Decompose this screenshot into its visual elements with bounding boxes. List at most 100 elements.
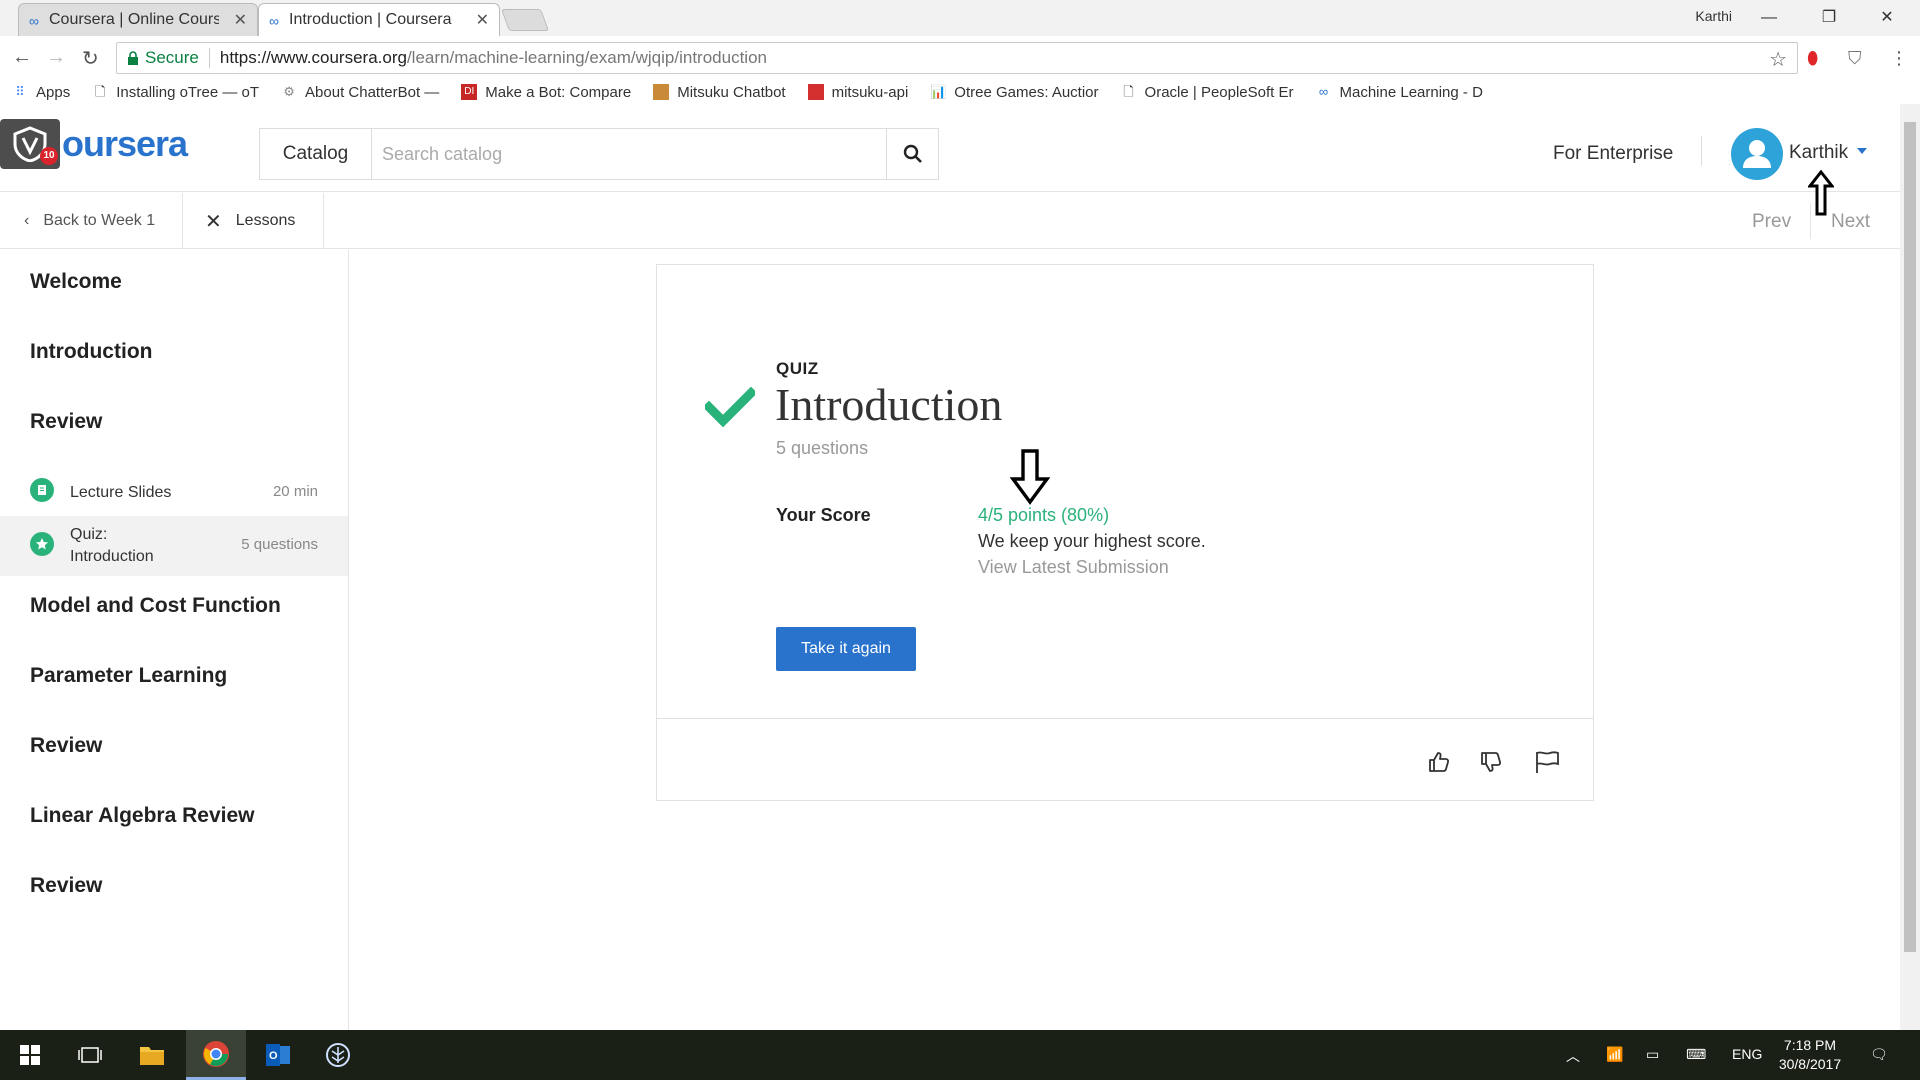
forward-arrow-icon[interactable]: → [46,46,66,69]
thumbs-down-icon[interactable] [1477,748,1505,776]
lessons-label: Lessons [235,212,296,229]
clock[interactable]: 7:18 PM 30/8/2017 [1760,1036,1860,1074]
opera-extension-icon[interactable]: ⬮ [1807,48,1818,69]
sidebar-section-model-cost[interactable]: Model and Cost Function [30,594,281,618]
scrollbar-thumb[interactable] [1904,122,1916,952]
shield-extension-icon[interactable]: ⛉ [1848,48,1862,69]
chrome-taskbar-icon[interactable] [186,1030,246,1080]
lock-icon [128,51,138,65]
lesson-name: Quiz: Introduction [70,524,154,568]
bookmark-label: Installing oTree — oT [116,83,260,101]
logo-text: oursera [62,123,188,164]
menu-dots-icon[interactable]: ⋮ [1890,48,1908,69]
sidebar-section-review-2[interactable]: Review [30,734,102,758]
search-input[interactable] [372,129,886,179]
user-icon [1743,140,1771,168]
chevron-up-icon[interactable]: ︿ [1566,1046,1580,1066]
windows-start-icon[interactable] [0,1030,60,1080]
lesson-name-line2: Introduction [70,548,154,565]
minimize-icon[interactable]: — [1746,4,1792,32]
restore-icon[interactable]: ❐ [1806,4,1852,32]
close-icon[interactable]: ✕ [234,10,247,30]
wifi-icon[interactable]: 📶 [1606,1046,1623,1063]
sidebar-item-lecture-slides[interactable]: Lecture Slides 20 min [0,472,348,512]
quiz-title: Introduction [775,379,1003,430]
sidebar-section-parameter-learning[interactable]: Parameter Learning [30,664,227,688]
lesson-subnav: ‹ Back to Week 1 ✕ Lessons Prev Next [0,193,1900,249]
star-icon [30,532,54,556]
take-it-again-button[interactable]: Take it again [776,627,916,671]
clock-time: 7:18 PM [1783,1037,1837,1053]
avatar[interactable] [1731,128,1783,180]
bookmark-apps[interactable]: ⠿ Apps [12,84,70,101]
bookmark-label: mitsuku-api [831,83,909,101]
bookmark-label: Mitsuku Chatbot [677,83,786,101]
bookmark-otree[interactable]: 🗋 Installing oTree — oT [92,84,259,101]
bookmark-label: About ChatterBot — [305,83,440,101]
sidebar-section-review-3[interactable]: Review [30,874,102,898]
language-indicator[interactable]: ENG [1732,1046,1762,1062]
bookmark-mitsuku[interactable]: Mitsuku Chatbot [653,83,786,101]
bookmarks-bar: ⠿ Apps 🗋 Installing oTree — oT ⚙ About Chat… [0,80,1920,104]
apps-grid-icon: ⠿ [15,84,25,99]
window-close-icon[interactable]: ✕ [1864,4,1910,32]
card-footer-divider [657,718,1593,719]
lessons-toggle[interactable]: ✕ Lessons [183,193,324,249]
thumbs-up-icon[interactable] [1425,748,1453,776]
close-icon[interactable]: ✕ [476,10,489,30]
username-menu[interactable]: Karthik [1789,142,1848,164]
tab-title: Coursera | Online Course [49,11,219,28]
prev-button[interactable]: Prev [1752,211,1791,233]
bookmark-oracle[interactable]: 🗋 Oracle | PeopleSoft Er [1121,84,1293,101]
page-icon: 🗋 [1123,84,1134,99]
secure-indicator[interactable]: Secure [117,48,199,68]
bookmark-label: Apps [36,83,71,101]
notifications-icon[interactable]: 🗨 [1870,1046,1888,1063]
browser-tab-introduction[interactable]: ∞ Introduction | Coursera ✕ [258,3,500,36]
sidebar-item-quiz-introduction[interactable]: Quiz: Introduction 5 questions [0,516,348,576]
flag-icon[interactable] [1533,748,1561,776]
windows-taskbar: O ︿ 📶 ▭ ⌨ ENG 7:18 PM 30/8/2017 🗨 [0,1030,1920,1080]
sidebar-section-introduction[interactable]: Introduction [30,340,152,364]
catalog-button[interactable]: Catalog [260,129,372,179]
bookmark-machine-learning[interactable]: ∞ Machine Learning - D [1316,84,1483,101]
bookmark-chatterbot[interactable]: ⚙ About ChatterBot — [281,84,439,101]
new-tab-button[interactable] [500,9,550,31]
shield-badge-icon[interactable]: 10 [0,119,60,169]
browser-toolbar: ← → ↻ Secure https://www.coursera.org/le… [0,36,1920,80]
chevron-down-icon[interactable] [1857,148,1867,154]
question-count: 5 questions [776,438,869,458]
task-view-icon[interactable] [60,1030,120,1080]
back-arrow-icon[interactable]: ← [12,46,32,69]
outlook-icon[interactable]: O [248,1030,308,1080]
browser-tab-coursera-home[interactable]: ∞ Coursera | Online Course ✕ [18,3,258,36]
chevron-left-icon: ‹ [24,212,30,229]
app-taskbar-icon[interactable] [308,1030,368,1080]
for-enterprise-link[interactable]: For Enterprise [1553,143,1673,165]
mitsuku-icon [653,84,670,100]
sidebar-section-review[interactable]: Review [30,410,102,434]
bookmark-make-a-bot[interactable]: DI Make a Bot: Compare [461,84,631,101]
page-scrollbar[interactable] [1900,104,1920,1030]
sidebar-section-welcome[interactable]: Welcome [30,270,122,294]
lesson-name-line1: Quiz: [70,526,108,543]
close-icon: ✕ [205,210,222,233]
url-host: https://www.coursera.org [219,48,407,67]
lesson-meta: 20 min [272,483,318,500]
bookmark-label: Otree Games: Auctior [954,83,1099,101]
keyboard-icon[interactable]: ⌨ [1686,1046,1706,1063]
bookmark-star-icon[interactable]: ☆ [1769,47,1787,72]
bookmark-mitsuku-api[interactable]: mitsuku-api [807,83,909,101]
file-explorer-icon[interactable] [122,1030,182,1080]
view-latest-submission-link[interactable]: View Latest Submission [978,557,1169,578]
bookmark-otree-games[interactable]: 📊 Otree Games: Auctior [930,84,1098,101]
sidebar-section-linear-algebra[interactable]: Linear Algebra Review [30,804,254,828]
address-bar[interactable]: Secure https://www.coursera.org/learn/ma… [116,42,1798,74]
back-to-week-button[interactable]: ‹ Back to Week 1 [0,193,183,249]
search-button[interactable] [886,129,938,179]
coursera-logo[interactable]: 10 oursera [0,116,188,172]
battery-icon[interactable]: ▭ [1646,1046,1659,1063]
reload-icon[interactable]: ↻ [82,46,99,71]
next-button[interactable]: Next [1831,211,1870,233]
di-icon: DI [461,84,478,100]
